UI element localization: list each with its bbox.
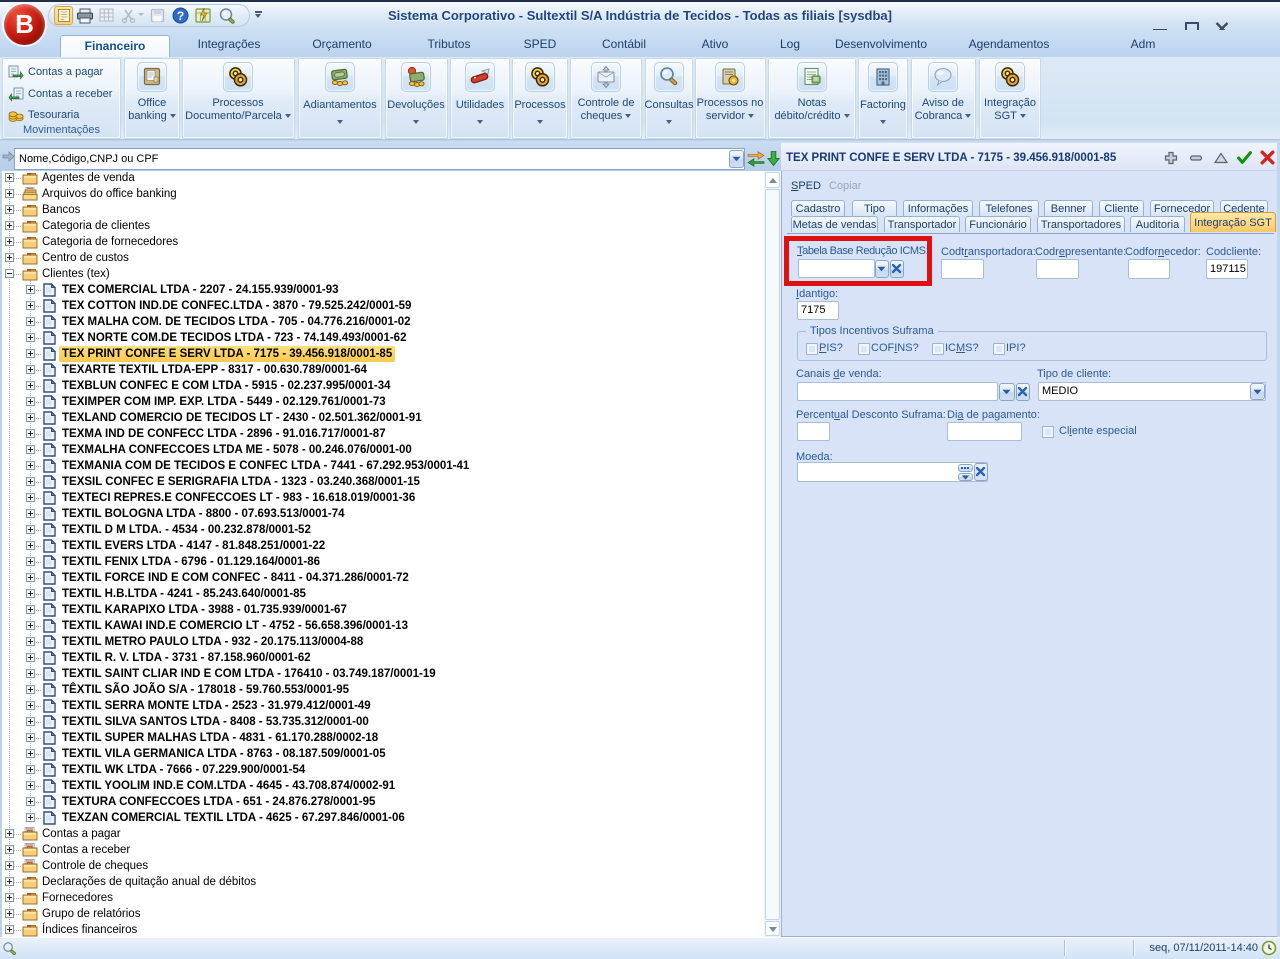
svg-text:?: ?	[177, 9, 184, 23]
